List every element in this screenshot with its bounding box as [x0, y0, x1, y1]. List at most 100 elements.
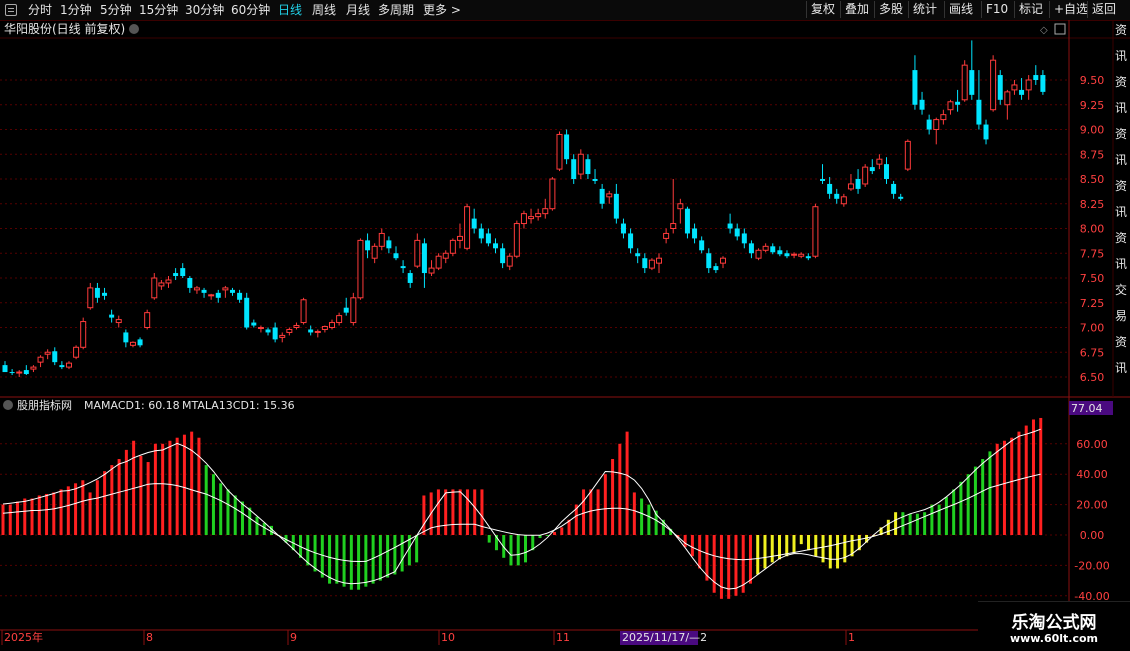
current-value-text: 77.04 — [1071, 402, 1103, 415]
period-tab-3[interactable]: 15分钟 — [139, 2, 178, 18]
price-axis-label: 7.50 — [1080, 272, 1105, 285]
candle-body-down — [997, 75, 1003, 100]
candle-body-down — [173, 273, 179, 277]
mamacd-label: MAMACD1: 60.18 — [84, 399, 180, 412]
macd-bar — [161, 443, 165, 535]
macd-bar — [59, 489, 63, 535]
macd-bar — [1, 504, 5, 535]
period-tab-1[interactable]: 1分钟 — [60, 2, 92, 18]
macd-bar — [95, 480, 99, 535]
candle-body-down — [471, 218, 477, 229]
toolbar-button-5[interactable]: F10 — [981, 1, 1012, 18]
candle-body-up — [257, 327, 264, 329]
macd-bar — [422, 495, 426, 535]
toolbar-button-0[interactable]: 复权 — [806, 1, 839, 18]
candle-body-down — [969, 70, 975, 95]
macd-bar — [204, 465, 208, 535]
candle-body-up — [990, 59, 997, 111]
period-tab-0[interactable]: 分时 — [28, 2, 52, 18]
candle-body-up — [556, 133, 563, 170]
macd-bar — [378, 535, 382, 581]
candle-body-up — [73, 346, 80, 358]
right-panel-char: 资 — [1115, 23, 1127, 37]
macd-bar — [1024, 425, 1028, 535]
period-tab-4[interactable]: 30分钟 — [185, 2, 224, 18]
hamburger-icon[interactable] — [5, 4, 17, 16]
macd-bar — [763, 535, 767, 569]
candle-body-down — [109, 314, 115, 318]
macd-bar — [589, 489, 593, 535]
period-tab-9[interactable]: 多周期 — [378, 2, 414, 18]
toolbar-button-6[interactable]: 标记 — [1014, 1, 1047, 18]
candle-body-up — [456, 235, 463, 241]
macd-bar — [553, 531, 557, 535]
candle-body-up — [719, 257, 726, 264]
macd-bar — [487, 535, 491, 543]
macd-bar — [908, 513, 912, 535]
candle-body-up — [513, 223, 520, 257]
candle-body-up — [357, 239, 364, 299]
period-tab-7[interactable]: 周线 — [312, 2, 336, 18]
period-tab-5[interactable]: 60分钟 — [231, 2, 270, 18]
macd-bar — [233, 495, 237, 535]
macd-bar — [393, 535, 397, 575]
toolbar-button-4[interactable]: 画线 — [944, 1, 977, 18]
candle-body-up — [193, 287, 200, 291]
candle-body-down — [727, 223, 733, 229]
candle-body-up — [648, 259, 655, 269]
candle-body-up — [321, 326, 328, 330]
macd-bar — [582, 489, 586, 535]
candle-body-down — [201, 289, 207, 293]
candle-body-down — [855, 179, 861, 189]
price-axis-label: 6.75 — [1080, 346, 1105, 359]
candle-body-down — [748, 243, 754, 254]
candle-body-down — [585, 159, 591, 175]
toolbar-button-8[interactable]: 返回 — [1087, 1, 1120, 18]
candle-body-up — [847, 183, 854, 190]
macd-bar — [807, 535, 811, 551]
period-tab-2[interactable]: 5分钟 — [100, 2, 132, 18]
candle-body-down — [2, 365, 8, 373]
macd-bar — [190, 431, 194, 535]
macd-bar — [52, 492, 56, 535]
kline-chart[interactable]: 9.50 9.25 9.00 8.75 8.50 8.25 8.00 7.75 7.50 7.25… — [0, 20, 1130, 650]
candle-body-up — [1004, 91, 1011, 106]
candle-body-down — [251, 322, 257, 326]
candle-body-up — [208, 294, 215, 297]
watermark: 乐淘公式网 www.60lt.com — [978, 601, 1130, 651]
macd-bar — [66, 486, 70, 535]
right-panel-char: 资 — [1115, 127, 1127, 141]
macd-bar — [560, 527, 564, 535]
candle-body-down — [599, 188, 605, 204]
macd-bar — [799, 535, 803, 545]
macd-bar — [153, 443, 157, 535]
toolbar-button-1[interactable]: 叠加 — [840, 1, 873, 18]
macd-bar — [698, 535, 702, 569]
macd-bar — [647, 504, 651, 535]
price-axis-label: 9.25 — [1080, 99, 1105, 112]
candle-body-down — [919, 99, 925, 110]
candle-body-up — [37, 356, 44, 363]
macd-bar — [995, 443, 999, 535]
macd-bar — [480, 489, 484, 535]
toolbar-button-3[interactable]: 统计 — [908, 1, 941, 18]
macd-bar — [349, 535, 353, 590]
candle-body-up — [656, 257, 663, 264]
candle-body-down — [592, 179, 598, 181]
candle-body-down — [898, 196, 904, 199]
toolbar-button-2[interactable]: 多股 — [874, 1, 907, 18]
right-panel-char: 易 — [1115, 309, 1127, 323]
candle-body-down — [955, 101, 961, 105]
period-tab-10[interactable]: 更多 > — [423, 2, 461, 18]
toolbar-button-7[interactable]: +自选 — [1049, 1, 1092, 18]
period-tab-8[interactable]: 月线 — [346, 2, 370, 18]
candle-body-down — [229, 289, 235, 293]
candle-body-down — [869, 167, 875, 172]
period-tab-6[interactable]: 日线 — [278, 2, 302, 18]
candle-body-down — [500, 248, 506, 264]
candle-body-up — [528, 216, 535, 220]
candle-body-down — [123, 332, 129, 343]
macd-bar — [1002, 440, 1006, 535]
candle-body-up — [293, 325, 300, 328]
candle-body-up — [428, 267, 435, 274]
